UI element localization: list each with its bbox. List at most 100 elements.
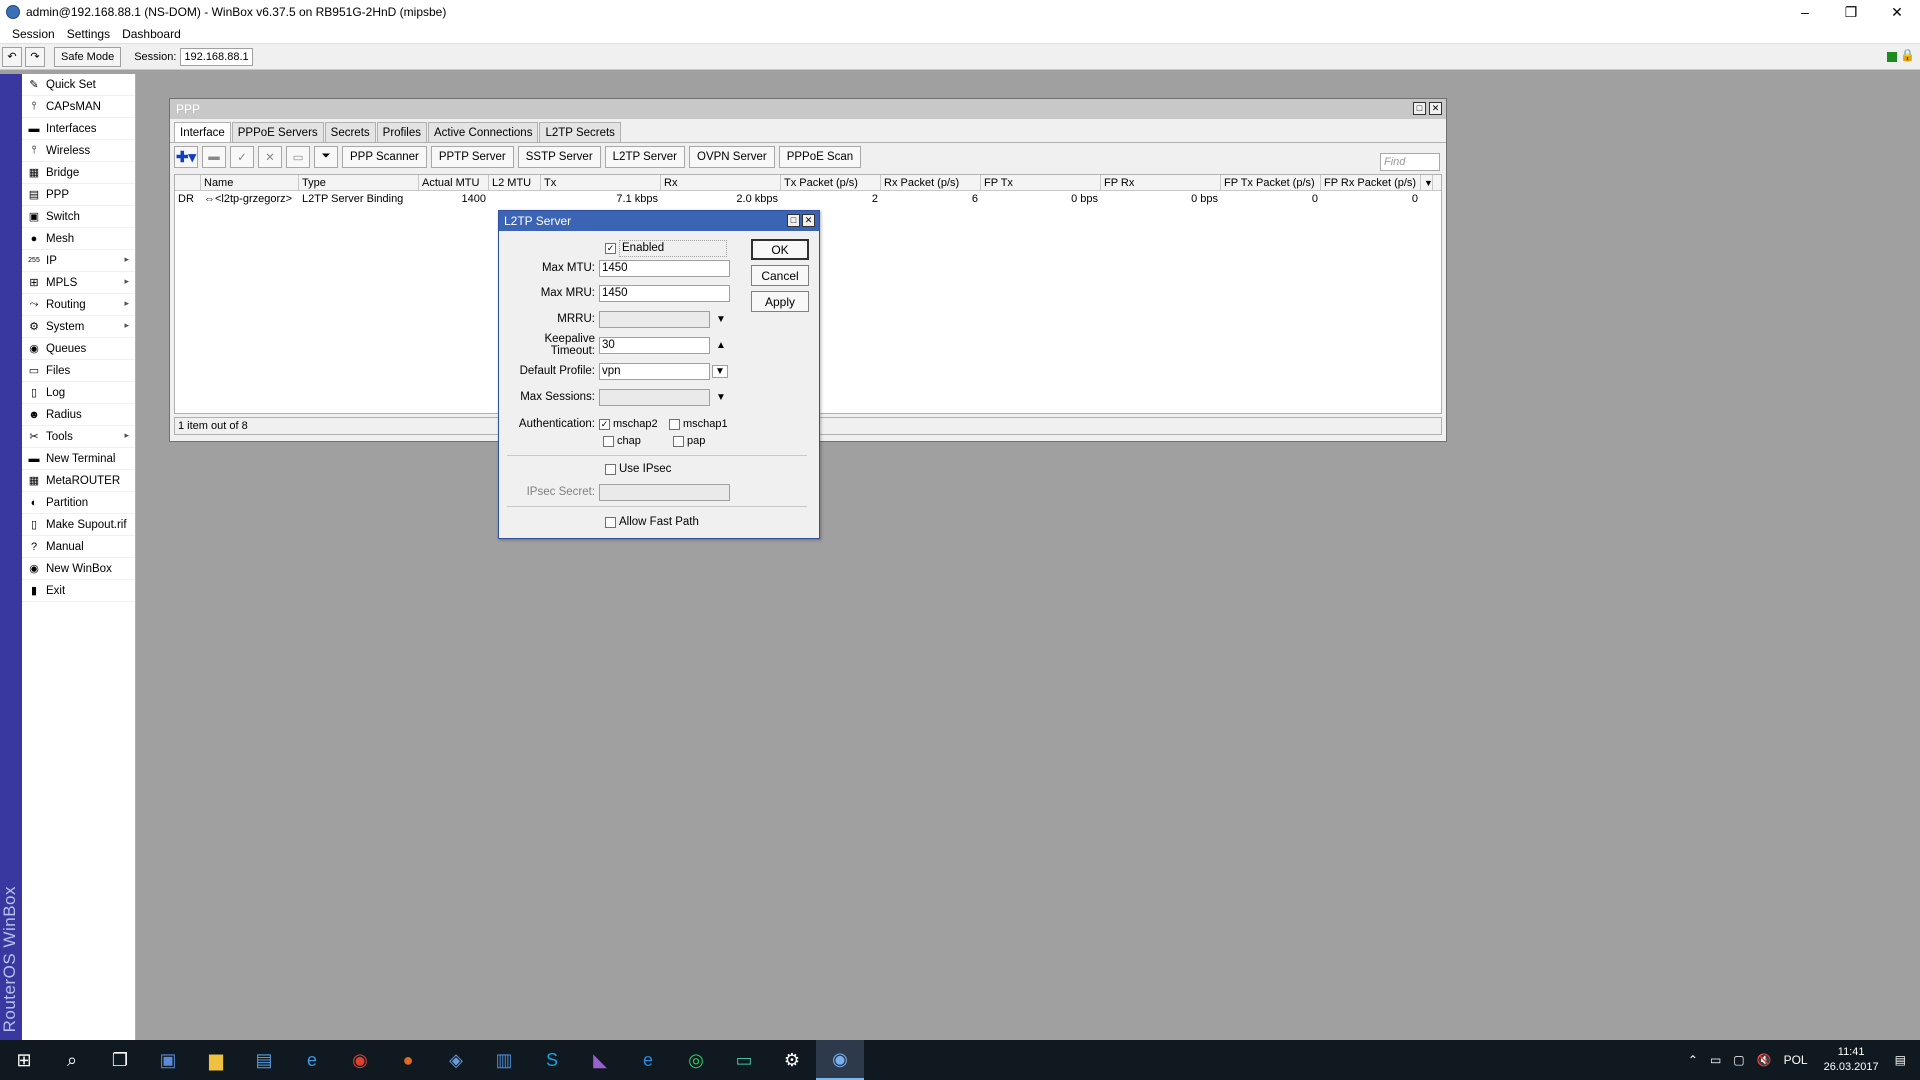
input-language[interactable]: POL	[1784, 1053, 1808, 1067]
column-header[interactable]: Name	[201, 175, 299, 190]
tab-profiles[interactable]: Profiles	[376, 122, 428, 142]
table-row[interactable]: DR ⇔<l2tp-grzegorz> L2TP Server Binding 140…	[175, 191, 1441, 206]
taskbar-app-chrome[interactable]: ◉	[336, 1040, 384, 1080]
sidebar-item-files[interactable]: ▭ Files	[22, 360, 135, 382]
pptp-server-button[interactable]: PPTP Server	[430, 145, 514, 168]
column-header[interactable]: Type	[299, 175, 419, 190]
column-header[interactable]: Tx Packet (p/s)	[781, 175, 881, 190]
sidebar-item-partition[interactable]: ◐ Partition	[22, 492, 135, 514]
volume-icon[interactable]: 🔇	[1757, 1053, 1772, 1067]
undo-button[interactable]: ↶	[2, 46, 22, 67]
taskbar-app-winbox[interactable]: ◉	[816, 1040, 864, 1080]
redo-button[interactable]: ↷	[25, 46, 45, 67]
sidebar-item-wireless[interactable]: ⫯ Wireless	[22, 140, 135, 162]
dialog-close-icon[interactable]: ✕	[802, 214, 815, 227]
menu-settings[interactable]: Settings	[61, 27, 116, 41]
pap-checkbox[interactable]	[673, 435, 684, 447]
sidebar-item-routing[interactable]: ⤳ Routing ▸	[22, 294, 135, 316]
sidebar-item-mpls[interactable]: ⊞ MPLS ▸	[22, 272, 135, 294]
close-icon[interactable]: ✕	[1429, 102, 1442, 115]
column-header[interactable]	[175, 175, 201, 190]
taskbar-app-thunderbird[interactable]: ◈	[432, 1040, 480, 1080]
taskbar-app-remote[interactable]: ▥	[480, 1040, 528, 1080]
l2tp-server-button[interactable]: L2TP Server	[604, 145, 686, 168]
session-field[interactable]: 192.168.88.1	[180, 47, 253, 66]
tab-active-connections[interactable]: Active Connections	[428, 122, 539, 142]
sidebar-item-system[interactable]: ⚙ System ▸	[22, 316, 135, 338]
taskbar-app-edge[interactable]: e	[624, 1040, 672, 1080]
apply-button[interactable]: Apply	[751, 291, 809, 312]
taskbar-app-ie[interactable]: e	[288, 1040, 336, 1080]
restore-button[interactable]: ❐	[1828, 0, 1874, 24]
ok-button[interactable]: OK	[751, 239, 809, 260]
profile-dropdown-icon[interactable]: ▼	[712, 364, 728, 378]
dialog-title-bar[interactable]: L2TP Server □ ✕	[499, 211, 819, 231]
add-button[interactable]: ✚▾	[174, 145, 198, 168]
tab-interface[interactable]: Interface	[174, 122, 231, 142]
max-sessions-input[interactable]	[599, 388, 710, 406]
taskbar-app-skype[interactable]: S	[528, 1040, 576, 1080]
notifications-icon[interactable]: ▤	[1895, 1053, 1906, 1067]
taskbar-app-firefox[interactable]: ●	[384, 1040, 432, 1080]
tab-secrets[interactable]: Secrets	[324, 122, 376, 142]
safe-mode-button[interactable]: Safe Mode	[54, 46, 122, 67]
sidebar-item-log[interactable]: ▯ Log	[22, 382, 135, 404]
mschap1-checkbox[interactable]	[669, 418, 680, 430]
use-ipsec-checkbox[interactable]	[605, 463, 616, 475]
sidebar-item-make-supout-rif[interactable]: ▯ Make Supout.rif	[22, 514, 135, 536]
column-header[interactable]: Tx	[541, 175, 661, 190]
column-header[interactable]: Actual MTU	[419, 175, 489, 190]
ppp-scanner-button[interactable]: PPP Scanner	[342, 145, 427, 168]
enabled-checkbox[interactable]: ✓	[605, 242, 616, 254]
chap-checkbox[interactable]	[603, 435, 614, 447]
taskbar-app-explorer[interactable]: ▆	[192, 1040, 240, 1080]
column-header[interactable]: FP Tx Packet (p/s)	[1221, 175, 1321, 190]
task-view-button[interactable]: ❐	[96, 1040, 144, 1080]
clock[interactable]: 11:41 26.03.2017	[1824, 1045, 1879, 1075]
sidebar-item-quick-set[interactable]: ✎ Quick Set	[22, 74, 135, 96]
column-header[interactable]: FP Rx Packet (p/s)	[1321, 175, 1421, 190]
column-header[interactable]: Rx	[661, 175, 781, 190]
close-button[interactable]: ✕	[1874, 0, 1920, 24]
mrru-input[interactable]	[599, 310, 710, 328]
sidebar-item-bridge[interactable]: ▦ Bridge	[22, 162, 135, 184]
max-mtu-input[interactable]: 1450	[599, 259, 730, 277]
battery-icon[interactable]: ▭	[1710, 1053, 1721, 1067]
search-button[interactable]: ⌕	[48, 1040, 96, 1080]
filter-button[interactable]: ⏷	[314, 145, 338, 168]
taskbar-app-spotify[interactable]: ◎	[672, 1040, 720, 1080]
dialog-maximize-icon[interactable]: □	[787, 214, 800, 227]
tab-pppoe-servers[interactable]: PPPoE Servers	[231, 122, 324, 142]
sidebar-item-interfaces[interactable]: ▬ Interfaces	[22, 118, 135, 140]
start-button[interactable]: ⊞	[0, 1040, 48, 1080]
tray-chevron-icon[interactable]: ⌃	[1688, 1053, 1698, 1067]
sidebar-item-queues[interactable]: ◉ Queues	[22, 338, 135, 360]
sidebar-item-exit[interactable]: ▮ Exit	[22, 580, 135, 602]
enable-button[interactable]: ✓	[230, 145, 254, 168]
ovpn-server-button[interactable]: OVPN Server	[689, 145, 775, 168]
taskbar-app-save[interactable]: ▣	[144, 1040, 192, 1080]
taskbar-app-settings[interactable]: ⚙	[768, 1040, 816, 1080]
taskbar-app-network[interactable]: ▤	[240, 1040, 288, 1080]
pppoe-scan-button[interactable]: PPPoE Scan	[778, 145, 862, 168]
max-sessions-dropdown-icon[interactable]: ▼	[716, 392, 726, 403]
remove-button[interactable]: ▬	[202, 145, 226, 168]
sidebar-item-mesh[interactable]: ● Mesh	[22, 228, 135, 250]
column-header[interactable]: FP Tx	[981, 175, 1101, 190]
column-header[interactable]: Rx Packet (p/s)	[881, 175, 981, 190]
taskbar-app-monitor[interactable]: ▭	[720, 1040, 768, 1080]
minimize-button[interactable]: –	[1782, 0, 1828, 24]
cancel-button[interactable]: Cancel	[751, 265, 809, 286]
taskbar-app-vs[interactable]: ◣	[576, 1040, 624, 1080]
sidebar-item-manual[interactable]: ? Manual	[22, 536, 135, 558]
ppp-title-bar[interactable]: PPP □ ✕	[170, 99, 1446, 119]
sstp-server-button[interactable]: SSTP Server	[517, 145, 601, 168]
sidebar-item-tools[interactable]: ✂ Tools ▸	[22, 426, 135, 448]
sidebar-item-new-terminal[interactable]: ▬ New Terminal	[22, 448, 135, 470]
column-chooser-icon[interactable]: ▼	[1421, 175, 1433, 190]
maximize-icon[interactable]: □	[1413, 102, 1426, 115]
sidebar-item-ip[interactable]: 255 IP ▸	[22, 250, 135, 272]
tab-l2tp-secrets[interactable]: L2TP Secrets	[539, 122, 621, 142]
mschap2-checkbox[interactable]: ✓	[599, 418, 610, 430]
max-mru-input[interactable]: 1450	[599, 284, 730, 302]
